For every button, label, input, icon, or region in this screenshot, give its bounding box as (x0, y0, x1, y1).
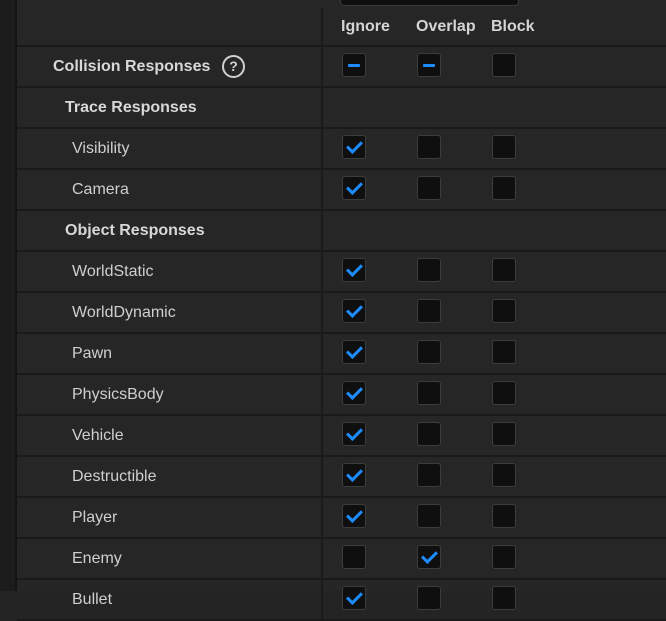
collision-details-panel: Ignore Overlap Block Collision Responses… (17, 0, 666, 621)
row-name-cell: Vehicle (17, 416, 323, 455)
object-row-destructible: Destructible (17, 457, 666, 498)
object-row-pawn-ignore-checkbox[interactable] (342, 340, 366, 364)
object-row-worldstatic-overlap-checkbox[interactable] (417, 258, 441, 282)
object-row-pawn-overlap-checkbox[interactable] (417, 340, 441, 364)
object-row-bullet-block-checkbox[interactable] (492, 586, 516, 610)
object-row-bullet: Bullet (17, 580, 666, 621)
object-row-enemy-overlap-checkbox[interactable] (417, 545, 441, 569)
object-row-destructible-ignore-checkbox[interactable] (342, 463, 366, 487)
object-row-worlddynamic-ignore-checkbox[interactable] (342, 299, 366, 323)
object-row-player-ignore-checkbox[interactable] (342, 504, 366, 528)
object-row-vehicle: Vehicle (17, 416, 666, 457)
row-name-cell: Visibility (17, 129, 323, 168)
object-row-bullet-label: Bullet (72, 591, 113, 608)
object-row-worldstatic-label: WorldStatic (72, 263, 154, 280)
object-row-physicsbody-label: PhysicsBody (72, 386, 164, 403)
trace-row-camera: Camera (17, 170, 666, 211)
row-name-cell: Trace Responses (17, 88, 323, 127)
trace-row-camera-overlap-checkbox[interactable] (417, 176, 441, 200)
object-row-pawn-block-checkbox[interactable] (492, 340, 516, 364)
column-header-row: Ignore Overlap Block (17, 8, 666, 47)
object-row-pawn: Pawn (17, 334, 666, 375)
object-row-enemy-label: Enemy (72, 550, 122, 567)
row-name-cell: Destructible (17, 457, 323, 496)
collision-responses-row-overlap-checkbox[interactable] (417, 53, 441, 77)
collision-responses-row-ignore-checkbox[interactable] (342, 53, 366, 77)
object-row-worlddynamic-block-checkbox[interactable] (492, 299, 516, 323)
object-row-vehicle-block-checkbox[interactable] (492, 422, 516, 446)
object-row-bullet-ignore-checkbox[interactable] (342, 586, 366, 610)
column-header-overlap: Overlap (416, 18, 476, 35)
help-icon[interactable]: ? (222, 55, 245, 78)
column-header-ignore: Ignore (341, 18, 390, 35)
trace-row-visibility-label: Visibility (72, 140, 130, 157)
object-row-physicsbody-overlap-checkbox[interactable] (417, 381, 441, 405)
object-row-worldstatic: WorldStatic (17, 252, 666, 293)
object-row-enemy: Enemy (17, 539, 666, 580)
object-row-worlddynamic-label: WorldDynamic (72, 304, 176, 321)
trace-row-camera-block-checkbox[interactable] (492, 176, 516, 200)
object-row-player-overlap-checkbox[interactable] (417, 504, 441, 528)
collision-responses-row-block-checkbox[interactable] (492, 53, 516, 77)
object-row-bullet-overlap-checkbox[interactable] (417, 586, 441, 610)
row-name-cell: Pawn (17, 334, 323, 373)
row-name-cell: WorldStatic (17, 252, 323, 291)
collision-responses-row: Collision Responses? (17, 47, 666, 88)
object-row-destructible-overlap-checkbox[interactable] (417, 463, 441, 487)
trace-row-camera-label: Camera (72, 181, 129, 198)
row-name-cell: Object Responses (17, 211, 323, 250)
object-row-vehicle-label: Vehicle (72, 427, 124, 444)
row-name-cell: Player (17, 498, 323, 537)
column-header-block: Block (491, 18, 535, 35)
object-row-worldstatic-ignore-checkbox[interactable] (342, 258, 366, 282)
object-row-worldstatic-block-checkbox[interactable] (492, 258, 516, 282)
object-row-physicsbody: PhysicsBody (17, 375, 666, 416)
object-row-worlddynamic: WorldDynamic (17, 293, 666, 334)
object-row-physicsbody-block-checkbox[interactable] (492, 381, 516, 405)
object-row-physicsbody-ignore-checkbox[interactable] (342, 381, 366, 405)
trace-responses-row: Trace Responses (17, 88, 666, 129)
object-row-enemy-ignore-checkbox[interactable] (342, 545, 366, 569)
row-name-cell: WorldDynamic (17, 293, 323, 332)
trace-row-visibility-block-checkbox[interactable] (492, 135, 516, 159)
row-name-cell: Bullet (17, 580, 323, 619)
row-name-cell: Camera (17, 170, 323, 209)
row-name-cell: PhysicsBody (17, 375, 323, 414)
collision-responses-row-label: Collision Responses (53, 58, 211, 75)
trace-row-visibility-ignore-checkbox[interactable] (342, 135, 366, 159)
object-row-worlddynamic-overlap-checkbox[interactable] (417, 299, 441, 323)
object-responses-row: Object Responses (17, 211, 666, 252)
object-row-pawn-label: Pawn (72, 345, 113, 362)
outer-panel-edge (0, 0, 17, 591)
object-row-destructible-block-checkbox[interactable] (492, 463, 516, 487)
object-row-vehicle-ignore-checkbox[interactable] (342, 422, 366, 446)
object-row-destructible-label: Destructible (72, 468, 157, 485)
object-row-player: Player (17, 498, 666, 539)
trace-row-visibility-overlap-checkbox[interactable] (417, 135, 441, 159)
trace-responses-row-label: Trace Responses (65, 99, 197, 116)
row-name-cell: Enemy (17, 539, 323, 578)
trace-row-visibility: Visibility (17, 129, 666, 170)
object-responses-row-label: Object Responses (65, 222, 205, 239)
object-row-player-label: Player (72, 509, 118, 526)
object-row-vehicle-overlap-checkbox[interactable] (417, 422, 441, 446)
object-row-player-block-checkbox[interactable] (492, 504, 516, 528)
row-name-cell: Collision Responses? (17, 47, 323, 86)
trace-row-camera-ignore-checkbox[interactable] (342, 176, 366, 200)
object-row-enemy-block-checkbox[interactable] (492, 545, 516, 569)
